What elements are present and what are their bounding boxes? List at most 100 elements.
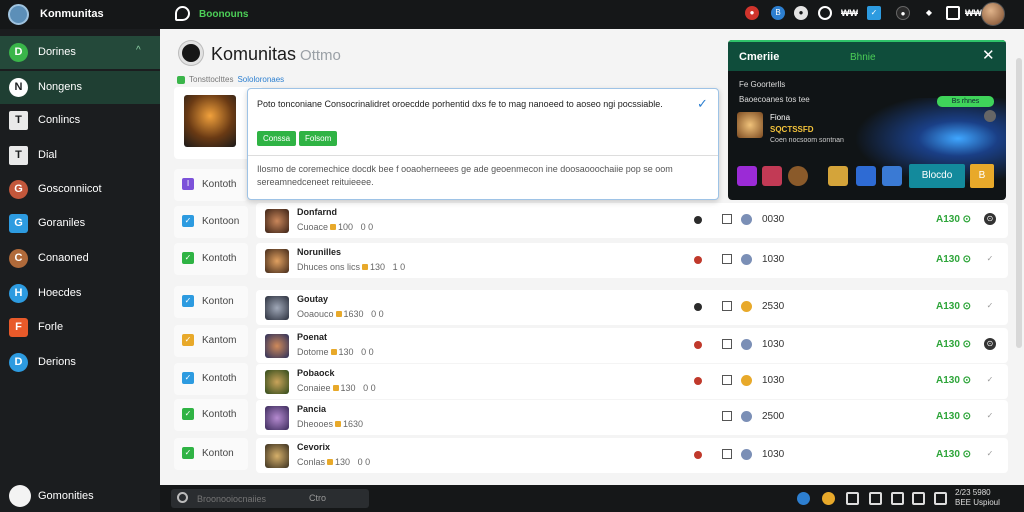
popover-button-secondary[interactable]: Folsom bbox=[299, 131, 338, 146]
row-checkbox[interactable] bbox=[722, 411, 732, 421]
settings-icon[interactable] bbox=[934, 492, 947, 505]
chevron-up-icon[interactable]: ^ bbox=[136, 45, 141, 56]
coin-icon bbox=[332, 385, 339, 391]
globe-icon[interactable] bbox=[797, 492, 810, 505]
more-icon[interactable]: ⊙ bbox=[984, 338, 996, 350]
item-slot-icon[interactable] bbox=[882, 166, 902, 186]
more-icon[interactable] bbox=[984, 110, 996, 122]
game-panel: Cmeriie Bhnie ✕ Fe Goorterlls Baoecoanes… bbox=[728, 40, 1006, 200]
more-icon[interactable]: ⊙ bbox=[984, 213, 996, 225]
mask-icon[interactable]: ● bbox=[896, 6, 910, 20]
sidebar-item-nongens[interactable]: N Nongens bbox=[0, 71, 160, 104]
close-icon[interactable]: ✕ bbox=[982, 46, 995, 64]
check-icon[interactable]: ✓ bbox=[984, 410, 996, 422]
check-icon[interactable]: ✓ bbox=[984, 448, 996, 460]
left-item[interactable]: ✓ Kontoth bbox=[174, 399, 248, 431]
top-bar: Konmunitas Boonouns ● B ● ₩₩ ✓ ● ◆ ₩₩ bbox=[0, 0, 1024, 29]
item-slot-icon[interactable] bbox=[762, 166, 782, 186]
row-count: 1 0 bbox=[392, 262, 406, 272]
row-meta: Cuoace 100 0 0 bbox=[297, 222, 373, 232]
row-checkbox[interactable] bbox=[722, 449, 732, 459]
row-value: 1030 bbox=[762, 449, 785, 460]
row-checkbox[interactable] bbox=[722, 214, 732, 224]
check-icon[interactable]: ✓ bbox=[984, 374, 996, 386]
item-slot-icon[interactable] bbox=[828, 166, 848, 186]
screen-icon[interactable] bbox=[946, 6, 960, 20]
sidebar-item-derions[interactable]: D Derions bbox=[0, 346, 160, 379]
breadcrumb-link[interactable]: Sololoronaes bbox=[237, 75, 284, 84]
flag-icon[interactable] bbox=[869, 492, 882, 505]
coin-icon[interactable] bbox=[822, 492, 835, 505]
item-slot-icon[interactable] bbox=[788, 166, 808, 186]
left-item[interactable]: ✓ Konton bbox=[174, 438, 248, 470]
table-row[interactable]: Pobaock Conaiee 130 0 0 1030 A130 ⊙ ✓ bbox=[256, 364, 1008, 399]
left-item-label: Konton bbox=[202, 448, 234, 459]
workspace-label[interactable]: Boonouns bbox=[199, 9, 248, 20]
table-row[interactable]: Norunilles Dhuces ons lics 130 1 0 1030 A… bbox=[256, 243, 1008, 278]
search-input[interactable] bbox=[197, 491, 297, 506]
play-button[interactable]: Blocdo bbox=[909, 164, 965, 188]
row-meta-num: 130 bbox=[335, 457, 351, 467]
table-row[interactable]: Goutay Ooaouco 1630 0 0 2530 A130 ⊙ ✓ bbox=[256, 290, 1008, 325]
row-checkbox[interactable] bbox=[722, 339, 732, 349]
row-price: A130 ⊙ bbox=[936, 411, 972, 422]
table-row[interactable]: Poenat Dotome 130 0 0 1030 A130 ⊙ ⊙ bbox=[256, 328, 1008, 363]
clock-date: BEE Uspioul bbox=[955, 498, 1000, 507]
check-icon bbox=[177, 75, 185, 84]
row-checkbox[interactable] bbox=[722, 301, 732, 311]
game-panel-title: Cmeriie bbox=[739, 51, 780, 63]
twitter-icon[interactable]: ✓ bbox=[867, 6, 881, 20]
coin-button[interactable]: B bbox=[970, 164, 994, 188]
sidebar-item-forle[interactable]: F Forle bbox=[0, 311, 160, 344]
row-meta-num: 100 bbox=[338, 222, 354, 232]
left-item-label: Kontoon bbox=[202, 216, 240, 227]
row-price: A130 ⊙ bbox=[936, 254, 972, 265]
network-icon[interactable] bbox=[912, 492, 925, 505]
check-icon[interactable]: ✓ bbox=[697, 96, 708, 112]
character-icon bbox=[741, 339, 752, 350]
sidebar-item-hoecdes[interactable]: H Hoecdes bbox=[0, 277, 160, 310]
alert-icon[interactable]: ● bbox=[745, 6, 759, 20]
left-item[interactable]: ✓ Kontoth bbox=[174, 243, 248, 275]
search-box[interactable]: Ctro bbox=[171, 489, 369, 508]
left-item[interactable]: ✓ Kontoon bbox=[174, 206, 248, 238]
table-row[interactable]: Pancia Dheooes 1630 2500 A130 ⊙ ✓ bbox=[256, 400, 1008, 435]
search-icon[interactable] bbox=[818, 6, 832, 20]
profile-avatar[interactable] bbox=[981, 2, 1005, 26]
app-logo-icon[interactable] bbox=[8, 4, 29, 25]
grid-icon[interactable] bbox=[846, 492, 859, 505]
table-row[interactable]: Donfarnd Cuoace 100 0 0 0030 A130 ⊙ ⊙ bbox=[256, 203, 1008, 238]
left-item[interactable]: ✓ Konton bbox=[174, 286, 248, 318]
volume-icon[interactable] bbox=[891, 492, 904, 505]
row-checkbox[interactable] bbox=[722, 254, 732, 264]
popover-button-primary[interactable]: Conssa bbox=[257, 131, 297, 146]
breadcrumb: Tonsttoclttes Sololoronaes bbox=[177, 75, 284, 84]
sidebar-item-dorines[interactable]: D Dorines ^ bbox=[0, 36, 160, 69]
sidebar-footer[interactable]: Gomonities bbox=[0, 481, 160, 512]
sidebar-item-conlincs[interactable]: T Conlincs bbox=[0, 104, 160, 137]
row-name: Donfarnd bbox=[297, 207, 337, 217]
left-item[interactable]: Ⅰ Kontoth bbox=[174, 169, 248, 201]
game-panel-header: Cmeriie Bhnie ✕ bbox=[728, 40, 1006, 71]
sidebar-item-dial[interactable]: T Dial bbox=[0, 139, 160, 172]
table-row[interactable]: Cevorix Conlas 130 0 0 1030 A130 ⊙ ✓ bbox=[256, 438, 1008, 473]
left-item[interactable]: ✓ Kontoth bbox=[174, 363, 248, 395]
check-icon[interactable]: ✓ bbox=[984, 253, 996, 265]
game-panel-line1: Fe Goorterlls bbox=[739, 80, 786, 89]
left-item[interactable]: ✓ Kantom bbox=[174, 325, 248, 357]
hero-subtitle: Coen nocsoom sontnan bbox=[770, 137, 844, 144]
sidebar-item-conaoned[interactable]: C Conaoned bbox=[0, 242, 160, 275]
row-checkbox[interactable] bbox=[722, 375, 732, 385]
sidebar-item-gosconniicot[interactable]: G Gosconniicot bbox=[0, 173, 160, 206]
info-icon[interactable]: B bbox=[771, 6, 785, 20]
sidebar-item-goraniles[interactable]: G Goraniles bbox=[0, 207, 160, 240]
item-slot-icon[interactable] bbox=[856, 166, 876, 186]
breadcrumb-text: Tonsttoclttes bbox=[189, 75, 234, 84]
power-icon[interactable]: ● bbox=[794, 6, 808, 20]
item-slot-icon[interactable] bbox=[737, 166, 757, 186]
game-panel-subtitle: Bhnie bbox=[850, 52, 876, 63]
check-icon[interactable]: ✓ bbox=[984, 300, 996, 312]
bell-icon[interactable]: ◆ bbox=[922, 6, 936, 20]
scrollbar[interactable] bbox=[1016, 58, 1022, 348]
chat-icon[interactable] bbox=[175, 6, 190, 21]
